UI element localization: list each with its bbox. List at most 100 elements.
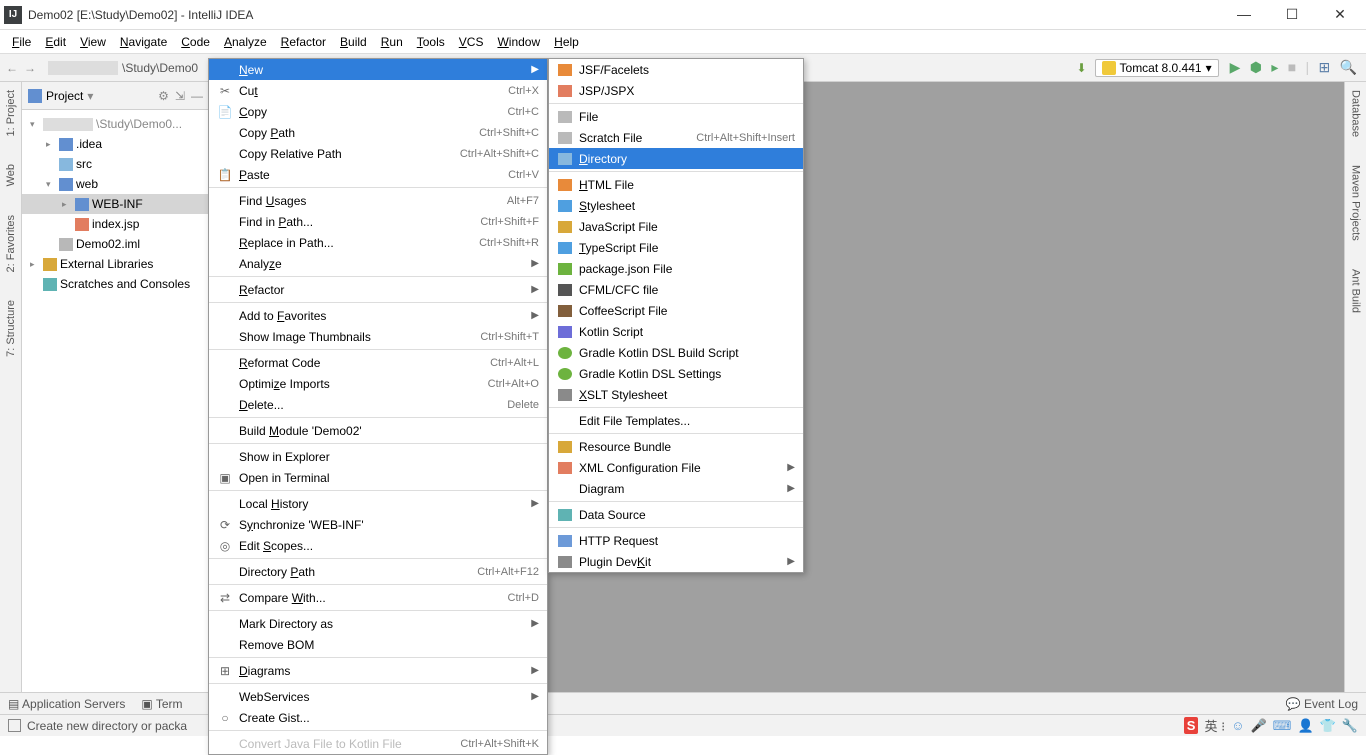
- menu-item-convertjavafiletokotlinfile[interactable]: Convert Java File to Kotlin FileCtrl+Alt…: [209, 733, 547, 754]
- nav-back-icon[interactable]: ←: [6, 61, 18, 75]
- minimize-button[interactable]: —: [1230, 6, 1258, 23]
- menu-refactor[interactable]: Refactor: [275, 33, 332, 51]
- menu-item-jspjspx[interactable]: JSP/JSPX: [549, 80, 803, 101]
- maximize-button[interactable]: ☐: [1278, 6, 1306, 23]
- menu-item-new[interactable]: New▶: [209, 59, 547, 80]
- menu-item-comparewith[interactable]: ⇄Compare With...Ctrl+D: [209, 587, 547, 608]
- menu-item-scratchfile[interactable]: Scratch FileCtrl+Alt+Shift+Insert: [549, 127, 803, 148]
- menu-analyze[interactable]: Analyze: [218, 33, 273, 51]
- menu-item-datasource[interactable]: Data Source: [549, 504, 803, 525]
- menu-item-xsltstylesheet[interactable]: XSLT Stylesheet: [549, 384, 803, 405]
- tab-terminal[interactable]: ▣ Term: [141, 697, 182, 711]
- menu-item-file[interactable]: File: [549, 106, 803, 127]
- tree-item-indexjsp[interactable]: index.jsp: [22, 214, 209, 234]
- menu-item-optimizeimports[interactable]: Optimize ImportsCtrl+Alt+O: [209, 373, 547, 394]
- menu-item-jsffacelets[interactable]: JSF/Facelets: [549, 59, 803, 80]
- left-tab-project[interactable]: 1: Project: [3, 86, 19, 140]
- menu-code[interactable]: Code: [175, 33, 216, 51]
- menu-help[interactable]: Help: [548, 33, 585, 51]
- tree-item-[interactable]: ▾\Study\Demo0...: [22, 114, 209, 134]
- menu-item-creategist[interactable]: ○Create Gist...: [209, 707, 547, 728]
- tree-item-demo02iml[interactable]: Demo02.iml: [22, 234, 209, 254]
- menu-item-copy[interactable]: 📄CopyCtrl+C: [209, 101, 547, 122]
- tab-app-servers[interactable]: ▤ Application Servers: [8, 697, 125, 711]
- menu-item-kotlinscript[interactable]: Kotlin Script: [549, 321, 803, 342]
- menu-item-gradlekotlindslbuildscript[interactable]: Gradle Kotlin DSL Build Script: [549, 342, 803, 363]
- menu-item-coffeescriptfile[interactable]: CoffeeScript File: [549, 300, 803, 321]
- menu-build[interactable]: Build: [334, 33, 373, 51]
- chevron-down-icon[interactable]: ▾: [87, 89, 93, 103]
- right-tab-antbuild[interactable]: Ant Build: [1348, 265, 1364, 317]
- run-button[interactable]: ▶: [1227, 59, 1244, 75]
- menu-edit[interactable]: Edit: [39, 33, 72, 51]
- debug-button[interactable]: ⬢: [1247, 59, 1265, 75]
- menu-item-cut[interactable]: ✂CutCtrl+X: [209, 80, 547, 101]
- menu-item-resourcebundle[interactable]: Resource Bundle: [549, 436, 803, 457]
- tree-item-externallibraries[interactable]: ▸External Libraries: [22, 254, 209, 274]
- menu-item-buildmoduledemo02[interactable]: Build Module 'Demo02': [209, 420, 547, 441]
- menu-item-editfiletemplates[interactable]: Edit File Templates...: [549, 410, 803, 431]
- menu-item-findusages[interactable]: Find UsagesAlt+F7: [209, 190, 547, 211]
- nav-forward-icon[interactable]: →: [24, 61, 36, 75]
- left-tab-web[interactable]: Web: [3, 160, 19, 190]
- menu-item-findinpath[interactable]: Find in Path...Ctrl+Shift+F: [209, 211, 547, 232]
- menu-item-htmlfile[interactable]: HTML File: [549, 174, 803, 195]
- menu-item-copyrelativepath[interactable]: Copy Relative PathCtrl+Alt+Shift+C: [209, 143, 547, 164]
- menu-item-openinterminal[interactable]: ▣Open in Terminal: [209, 467, 547, 488]
- settings-icon[interactable]: ⚙: [158, 89, 169, 103]
- menu-item-markdirectoryas[interactable]: Mark Directory as▶: [209, 613, 547, 634]
- tree-item-idea[interactable]: ▸.idea: [22, 134, 209, 154]
- menu-item-directory[interactable]: Directory: [549, 148, 803, 169]
- ime-icon[interactable]: S: [1184, 717, 1199, 734]
- project-structure-button[interactable]: ⊞: [1315, 59, 1333, 75]
- right-tab-mavenprojects[interactable]: Maven Projects: [1348, 161, 1364, 245]
- menu-item-diagram[interactable]: Diagram▶: [549, 478, 803, 499]
- menu-item-directorypath[interactable]: Directory PathCtrl+Alt+F12: [209, 561, 547, 582]
- menu-item-xmlconfigurationfile[interactable]: XML Configuration File▶: [549, 457, 803, 478]
- menu-item-analyze[interactable]: Analyze▶: [209, 253, 547, 274]
- breadcrumb-root[interactable]: [48, 61, 118, 75]
- menu-navigate[interactable]: Navigate: [114, 33, 173, 51]
- menu-item-showimagethumbnails[interactable]: Show Image ThumbnailsCtrl+Shift+T: [209, 326, 547, 347]
- left-tab-structure[interactable]: 7: Structure: [3, 296, 19, 361]
- menu-item-copypath[interactable]: Copy PathCtrl+Shift+C: [209, 122, 547, 143]
- menu-item-diagrams[interactable]: ⊞Diagrams▶: [209, 660, 547, 681]
- menu-item-removebom[interactable]: Remove BOM: [209, 634, 547, 655]
- coverage-button[interactable]: ▸: [1268, 59, 1281, 75]
- menu-item-delete[interactable]: Delete...Delete: [209, 394, 547, 415]
- menu-vcs[interactable]: VCS: [453, 33, 490, 51]
- collapse-icon[interactable]: ⇲: [175, 89, 185, 103]
- run-config-dropdown[interactable]: Tomcat 8.0.441 ▾: [1095, 59, 1219, 77]
- menu-view[interactable]: View: [74, 33, 112, 51]
- tree-item-scratchesandconsoles[interactable]: Scratches and Consoles: [22, 274, 209, 294]
- menu-tools[interactable]: Tools: [411, 33, 451, 51]
- menu-item-httprequest[interactable]: HTTP Request: [549, 530, 803, 551]
- build-icon[interactable]: ⬇: [1076, 61, 1086, 75]
- left-tab-favorites[interactable]: 2: Favorites: [3, 211, 19, 276]
- menu-item-typescriptfile[interactable]: TypeScript File: [549, 237, 803, 258]
- menu-item-cfmlcfcfile[interactable]: CFML/CFC file: [549, 279, 803, 300]
- menu-item-showinexplorer[interactable]: Show in Explorer: [209, 446, 547, 467]
- menu-item-editscopes[interactable]: ◎Edit Scopes...: [209, 535, 547, 556]
- hide-icon[interactable]: —: [191, 89, 203, 103]
- search-button[interactable]: 🔍: [1337, 59, 1360, 75]
- menu-item-packagejsonfile[interactable]: package.json File: [549, 258, 803, 279]
- menu-item-stylesheet[interactable]: Stylesheet: [549, 195, 803, 216]
- menu-item-addtofavorites[interactable]: Add to Favorites▶: [209, 305, 547, 326]
- menu-item-refactor[interactable]: Refactor▶: [209, 279, 547, 300]
- stop-button[interactable]: ■: [1285, 59, 1299, 75]
- right-tab-database[interactable]: Database: [1348, 86, 1364, 141]
- tray-user-icon[interactable]: 👤: [1297, 718, 1313, 734]
- menu-run[interactable]: Run: [375, 33, 409, 51]
- tree-item-webinf[interactable]: ▸WEB-INF: [22, 194, 209, 214]
- ime-lang[interactable]: 英 ⁝: [1204, 716, 1225, 735]
- tree-item-web[interactable]: ▾web: [22, 174, 209, 194]
- tray-skin-icon[interactable]: 👕: [1320, 718, 1336, 734]
- menu-item-localhistory[interactable]: Local History▶: [209, 493, 547, 514]
- tray-keyboard-icon[interactable]: ⌨: [1273, 718, 1292, 734]
- menu-item-paste[interactable]: 📋PasteCtrl+V: [209, 164, 547, 185]
- menu-item-reformatcode[interactable]: Reformat CodeCtrl+Alt+L: [209, 352, 547, 373]
- menu-item-plugindevkit[interactable]: Plugin DevKit▶: [549, 551, 803, 572]
- event-log-button[interactable]: 💬 Event Log: [1286, 697, 1358, 711]
- tray-tool-icon[interactable]: 🔧: [1342, 718, 1358, 734]
